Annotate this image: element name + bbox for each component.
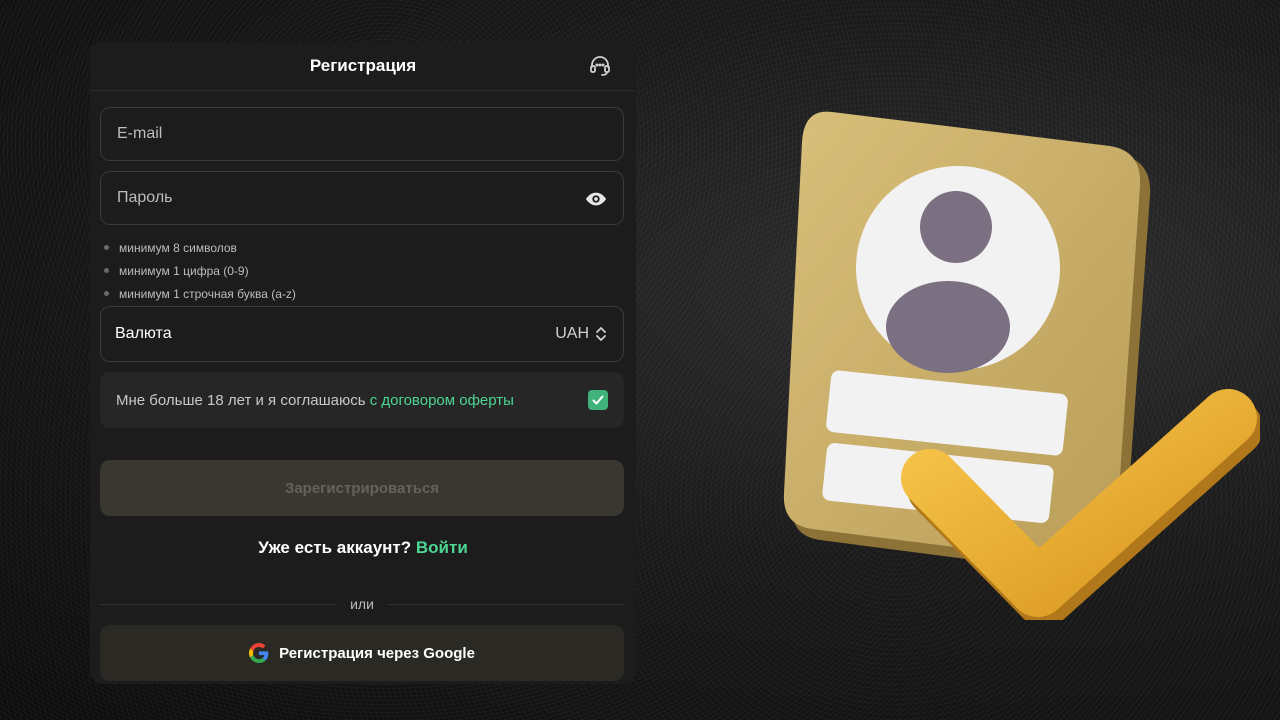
bullet-icon — [104, 291, 109, 296]
google-button-label: Регистрация через Google — [279, 644, 475, 662]
google-signup-button[interactable]: Регистрация через Google — [100, 625, 624, 681]
hint-text: минимум 8 символов — [119, 240, 237, 255]
registration-panel: Регистрация минимум 8 символов минимум — [90, 42, 636, 684]
agreement-row: Мне больше 18 лет и я соглашаюсь с догов… — [100, 372, 624, 428]
login-link[interactable]: Войти — [416, 538, 468, 557]
register-button[interactable]: Зарегистрироваться — [100, 460, 624, 516]
or-divider: или — [100, 594, 624, 614]
email-input[interactable] — [101, 108, 623, 160]
hint-text: минимум 1 цифра (0-9) — [119, 263, 249, 278]
email-field-wrapper — [100, 107, 624, 161]
password-hints: минимум 8 символов минимум 1 цифра (0-9)… — [104, 236, 296, 305]
divider-line — [100, 603, 337, 605]
bullet-icon — [104, 245, 109, 250]
divider-line — [387, 603, 624, 605]
password-input[interactable] — [101, 172, 623, 224]
agreement-label: Мне больше 18 лет и я соглашаюсь — [116, 391, 370, 409]
currency-value-group: UAH — [555, 325, 607, 343]
eye-icon[interactable] — [585, 188, 607, 210]
offer-agreement-link[interactable]: с договором оферты — [370, 392, 514, 409]
have-account-text: Уже есть аккаунт? — [258, 538, 412, 557]
chevron-up-down-icon — [596, 327, 606, 341]
list-item: минимум 1 цифра (0-9) — [104, 259, 296, 282]
profile-approved-illustration — [783, 111, 1260, 620]
bullet-icon — [104, 268, 109, 273]
login-row: Уже есть аккаунт? Войти — [90, 538, 636, 558]
currency-select[interactable]: Валюта UAH — [100, 306, 624, 362]
panel-header: Регистрация — [90, 42, 636, 91]
headset-icon[interactable] — [588, 53, 612, 77]
list-item: минимум 1 строчная буква (a-z) — [104, 282, 296, 305]
currency-value: UAH — [555, 325, 589, 342]
agreement-text: Мне больше 18 лет и я соглашаюсь с догов… — [116, 392, 514, 409]
google-logo-icon — [249, 643, 269, 663]
page-title: Регистрация — [309, 56, 417, 75]
list-item: минимум 8 символов — [104, 236, 296, 259]
agreement-checkbox[interactable] — [588, 390, 608, 410]
checkmark-icon — [592, 395, 604, 405]
hint-text: минимум 1 строчная буква (a-z) — [119, 286, 296, 301]
or-text: или — [350, 596, 374, 612]
currency-label: Валюта — [115, 325, 172, 342]
password-field-wrapper — [100, 171, 624, 225]
